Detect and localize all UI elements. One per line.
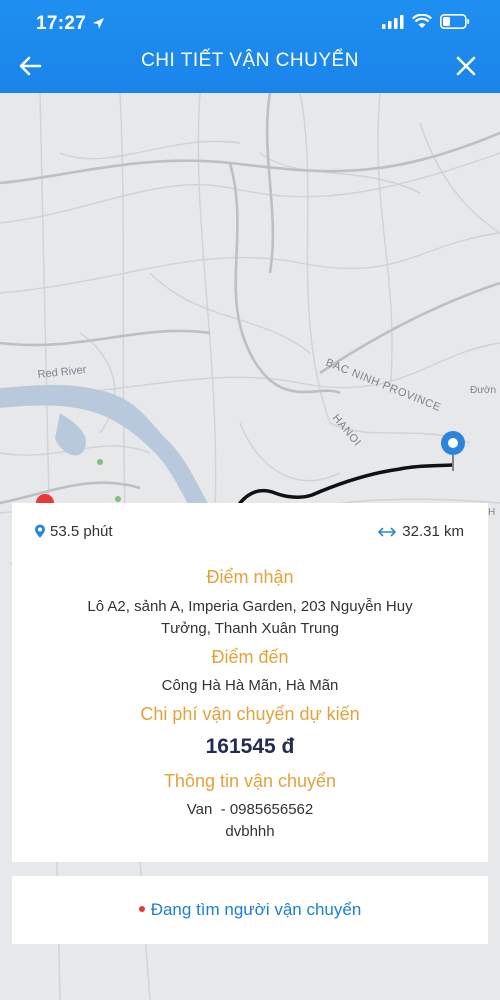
close-icon — [456, 56, 476, 76]
location-arrow-icon — [93, 18, 104, 29]
cost-label: Chi phí vận chuyển dự kiến — [140, 704, 360, 724]
search-status: Đang tìm người vận chuyển — [12, 900, 488, 920]
trip-details-card: 53.5 phút 32.31 km Điểm nhận Lô A2, sảnh… — [12, 503, 488, 862]
cost-value: 161545 đ — [205, 735, 295, 758]
map-label-city: HANOI — [330, 412, 364, 449]
page-title: CHI TIẾT VẬN CHUYỂN — [141, 50, 359, 71]
dropoff-address: Công Hà Hà Mãn, Hà Mãn — [161, 677, 339, 694]
map-label-edge: H — [488, 507, 495, 518]
search-status-card: Đang tìm người vận chuyển — [12, 876, 488, 944]
status-dot-icon — [138, 905, 145, 912]
battery-icon — [440, 14, 470, 29]
vehicle-phone: Van - 0985656562 — [186, 801, 314, 818]
map-pin-icon — [35, 524, 45, 538]
map-park-marker — [115, 496, 121, 502]
map-label-province: BAC NINH PROVINCE — [324, 357, 443, 414]
shipping-info-label: Thông tin vận chuyển — [163, 771, 337, 791]
trip-meta-row: 53.5 phút 32.31 km — [12, 503, 488, 563]
map-label-river: Red River — [37, 364, 87, 381]
status-time: 17:27 — [36, 13, 87, 34]
pickup-address-line1: Lô A2, sảnh A, Imperia Garden, 203 Nguyễ… — [87, 598, 413, 615]
distance-value: 32.31 km — [402, 523, 464, 540]
dropoff-label: Điểm đến — [211, 647, 289, 667]
app-header: 17:27 CHI TIẾT VẬN CHUYỂN — [0, 0, 500, 93]
cellular-signal-icon — [382, 14, 404, 29]
route-line — [238, 463, 454, 505]
trip-distance: 32.31 km — [378, 523, 464, 540]
map-label-road: Đườn — [470, 385, 496, 396]
close-button[interactable] — [448, 48, 484, 84]
wifi-icon — [412, 14, 432, 28]
map-park-marker — [97, 459, 103, 465]
double-arrow-icon — [378, 527, 397, 536]
status-icons — [382, 14, 470, 29]
pickup-address-line2: Tưởng, Thanh Xuân Trung — [160, 620, 340, 637]
title-row: CHI TIẾT VẬN CHUYỂN — [0, 46, 500, 93]
duration-value: 53.5 phút — [50, 523, 113, 540]
status-bar: 17:27 — [0, 0, 500, 46]
pickup-label: Điểm nhận — [206, 567, 294, 587]
search-status-text: Đang tìm người vận chuyển — [150, 900, 362, 919]
order-note: dvbhhh — [225, 823, 275, 840]
trip-duration: 53.5 phút — [34, 523, 113, 540]
